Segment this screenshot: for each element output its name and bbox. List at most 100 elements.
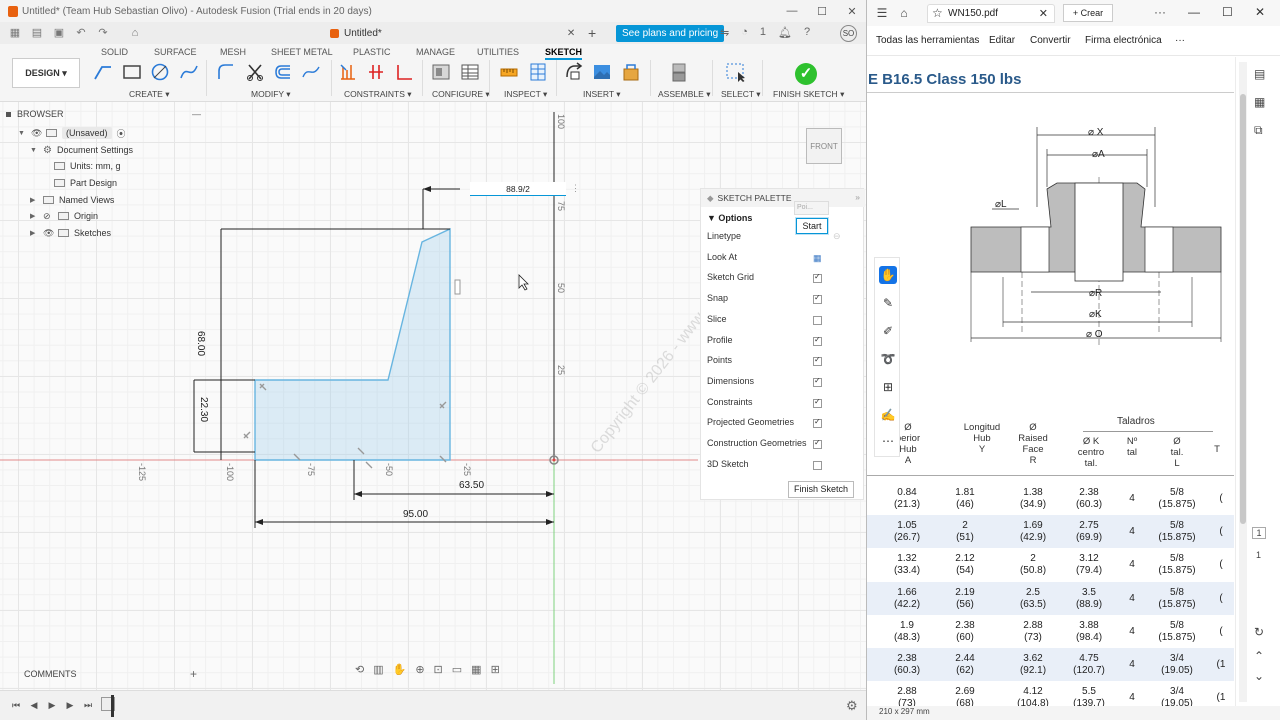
go-to-end-icon[interactable]: ⏭ xyxy=(80,700,96,711)
tab-sheet-metal[interactable]: SHEET METAL xyxy=(271,47,333,57)
signature-icon[interactable]: ✍ xyxy=(879,406,897,424)
dim-height-lower-value[interactable]: 22.30 xyxy=(198,397,209,422)
tab-manage[interactable]: MANAGE xyxy=(416,47,455,57)
group-constraints[interactable]: CONSTRAINTS ▾ xyxy=(344,89,412,100)
avatar[interactable]: SO xyxy=(840,25,857,42)
sidebar-pages-icon[interactable]: ▤ xyxy=(1254,67,1265,81)
group-configure[interactable]: CONFIGURE ▾ xyxy=(432,89,490,100)
palette-option-checkbox[interactable] xyxy=(813,293,822,305)
menu-more-icon[interactable]: ··· xyxy=(1175,35,1185,46)
browser-header[interactable]: BROWSER — xyxy=(6,106,206,122)
look-at-icon[interactable]: ▦ xyxy=(813,253,822,264)
inspect-grid-icon[interactable] xyxy=(527,61,549,83)
measure-icon[interactable] xyxy=(498,61,520,83)
step-back-icon[interactable]: ◀ xyxy=(26,700,42,711)
zoom-icon[interactable]: ⊕ xyxy=(415,663,424,676)
insert-dxf-icon[interactable] xyxy=(563,61,585,83)
display-settings-icon[interactable]: ▭ xyxy=(452,663,462,676)
settings-gear-icon[interactable]: ⚙ xyxy=(846,698,858,714)
home-icon[interactable]: ⌂ xyxy=(893,6,915,20)
palette-option-checkbox[interactable] xyxy=(813,335,822,346)
refresh-icon[interactable]: ↻ xyxy=(1254,625,1264,639)
orbit-icon[interactable]: ⟲ xyxy=(355,663,364,676)
palette-option-checkbox[interactable] xyxy=(813,272,822,284)
start-button[interactable]: Start xyxy=(796,218,828,234)
group-modify[interactable]: MODIFY ▾ xyxy=(251,89,291,100)
document-tab-close-icon[interactable]: ✕ xyxy=(567,28,575,39)
maximize-icon[interactable]: ☐ xyxy=(807,5,837,18)
configure-icon[interactable] xyxy=(430,61,452,83)
insert-image-icon[interactable] xyxy=(591,61,613,83)
dim-total-width-value[interactable]: 95.00 xyxy=(403,509,428,520)
eye-icon[interactable]: 👁︎ xyxy=(31,128,42,139)
chevron-down-icon[interactable]: ▼ xyxy=(18,130,26,137)
browser-item-named-views[interactable]: ▶ Named Views xyxy=(30,192,114,208)
eye-icon[interactable]: 👁︎ xyxy=(43,228,54,239)
group-inspect[interactable]: INSPECT ▾ xyxy=(504,89,547,100)
trim-icon[interactable] xyxy=(244,61,266,83)
tab-mesh[interactable]: MESH xyxy=(220,47,246,57)
sidebar-bookmarks-icon[interactable]: ▦ xyxy=(1254,95,1265,109)
menu-icon[interactable]: ☰ xyxy=(871,6,893,20)
minimize-icon[interactable]: — xyxy=(777,5,807,18)
palette-option-checkbox[interactable] xyxy=(813,397,822,408)
page-number[interactable]: 1 xyxy=(1252,527,1266,539)
menu-e-signature[interactable]: Firma electrónica xyxy=(1085,35,1162,46)
crear-button[interactable]: + Crear xyxy=(1063,4,1113,22)
look-at-nav-icon[interactable]: ▥ xyxy=(373,663,383,676)
constraint-horizontal-icon[interactable] xyxy=(337,61,359,83)
palette-option-checkbox[interactable] xyxy=(813,417,822,429)
eye-off-icon[interactable]: ⊘ xyxy=(43,211,53,222)
pen-icon[interactable]: ✐ xyxy=(879,322,897,340)
close-tab-icon[interactable]: ✕ xyxy=(1039,7,1048,20)
help-icon[interactable]: ? xyxy=(804,26,810,39)
group-insert[interactable]: INSERT ▾ xyxy=(583,89,621,100)
group-create[interactable]: CREATE ▾ xyxy=(129,89,170,100)
add-comment-icon[interactable]: + xyxy=(190,667,197,681)
tab-solid[interactable]: SOLID xyxy=(101,47,128,57)
browser-minimize-icon[interactable]: — xyxy=(192,109,201,119)
scrollbar-thumb[interactable] xyxy=(1240,94,1246,524)
browser-item-document-settings[interactable]: ▼ ⚙ Document Settings xyxy=(30,142,133,158)
comments-bar[interactable]: COMMENTS + xyxy=(0,664,207,684)
spline-icon[interactable] xyxy=(178,61,200,83)
activate-radio-icon[interactable]: ⦿ xyxy=(117,127,126,140)
dimension-input[interactable]: 88.9/2 xyxy=(470,182,566,196)
viewports-icon[interactable]: ⊞ xyxy=(491,663,500,676)
dim-inner-width-value[interactable]: 63.50 xyxy=(459,480,484,491)
palette-option-checkbox[interactable] xyxy=(813,315,822,325)
chevron-right-icon[interactable]: ▶ xyxy=(30,212,38,220)
pan-icon[interactable]: ✋ xyxy=(393,663,407,676)
chevron-right-icon[interactable]: ▶ xyxy=(30,196,38,204)
redo-icon[interactable]: ↷ xyxy=(96,27,110,39)
lasso-icon[interactable]: ➰ xyxy=(879,350,897,368)
browser-collapse-icon[interactable] xyxy=(6,111,11,117)
home-icon[interactable]: ⌂ xyxy=(128,27,142,39)
group-select[interactable]: SELECT ▾ xyxy=(721,89,761,100)
table-icon[interactable] xyxy=(459,61,481,83)
browser-item-units[interactable]: Units: mm, g xyxy=(54,158,121,174)
browser-item-origin[interactable]: ▶ ⊘ Origin xyxy=(30,208,98,224)
maximize-icon[interactable]: ☐ xyxy=(1222,5,1233,19)
group-assemble[interactable]: ASSEMBLE ▾ xyxy=(658,89,710,100)
constraint-parallel-icon[interactable] xyxy=(365,61,387,83)
dimension-more-icon[interactable]: ⋮ xyxy=(571,183,580,194)
browser-item-root[interactable]: ▼ 👁︎ (Unsaved) ⦿ xyxy=(18,125,126,141)
undo-icon[interactable]: ↶ xyxy=(74,27,88,39)
new-tab-button[interactable]: + xyxy=(588,25,596,41)
step-forward-icon[interactable]: ▶ xyxy=(62,700,78,711)
sketch-palette-header[interactable]: ◆ SKETCH PALETTE » xyxy=(701,189,865,207)
grid-menu-icon[interactable]: ▦ xyxy=(8,27,22,39)
assemble-icon[interactable] xyxy=(668,61,690,83)
circle-icon[interactable] xyxy=(149,61,171,83)
group-finish-sketch[interactable]: FINISH SKETCH ▾ xyxy=(773,89,844,100)
minimize-icon[interactable]: — xyxy=(1188,5,1200,19)
comment-icon[interactable]: ✎ xyxy=(879,294,897,312)
more-tools-icon[interactable]: ⋯ xyxy=(879,432,897,450)
notifications-count[interactable]: 1 xyxy=(760,26,766,39)
fillet-icon[interactable] xyxy=(215,61,237,83)
chevron-right-icon[interactable]: ▶ xyxy=(30,229,38,237)
timeline-playhead[interactable] xyxy=(111,695,114,717)
extend-icon[interactable] xyxy=(300,61,322,83)
play-icon[interactable]: ▶ xyxy=(44,700,60,711)
